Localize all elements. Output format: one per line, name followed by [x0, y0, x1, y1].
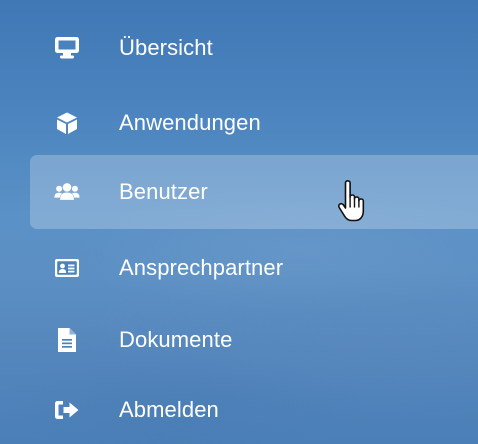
sidebar-item-label: Übersicht: [119, 35, 213, 60]
sidebar-item-label: Anwendungen: [119, 110, 261, 135]
users-icon: [54, 179, 80, 205]
sidebar-item-ansprechpartner[interactable]: Ansprechpartner: [30, 231, 478, 305]
sidebar-item-label: Ansprechpartner: [119, 255, 284, 280]
sidebar-item-label: Abmelden: [119, 397, 219, 422]
cube-icon: [54, 110, 80, 136]
sidebar-item-abmelden[interactable]: Abmelden: [30, 373, 478, 444]
sidebar-item-anwendungen[interactable]: Anwendungen: [30, 86, 478, 160]
sidebar-item-label: Benutzer: [119, 179, 208, 204]
hand-pointer-icon: [335, 180, 369, 224]
monitor-icon: [54, 35, 80, 61]
file-icon: [54, 327, 80, 353]
sidebar-item-benutzer[interactable]: Benutzer: [30, 155, 478, 229]
sidebar-item-label: Dokumente: [119, 327, 233, 352]
sign-out-icon: [54, 397, 80, 423]
sidebar-nav: Übersicht Anwendungen Benutzer Ansprechp…: [0, 0, 478, 444]
sidebar-item-uebersicht[interactable]: Übersicht: [30, 11, 478, 85]
address-card-icon: [54, 255, 80, 281]
sidebar-item-dokumente[interactable]: Dokumente: [30, 303, 478, 377]
